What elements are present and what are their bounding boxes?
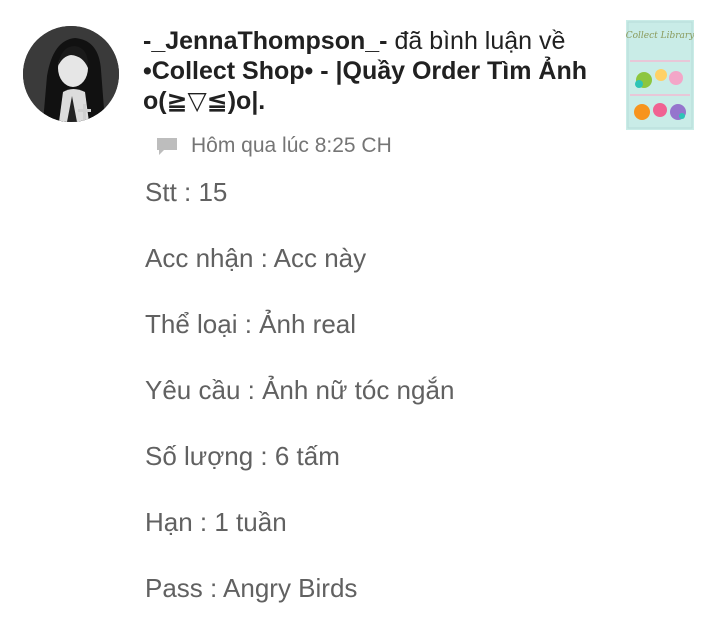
comment-body: Stt : 15 Acc nhận : Acc này Thể loại : Ả… [145,176,454,638]
thumbnail-caption: Collect Library [626,31,694,41]
post-cover-image-icon: Collect Library [626,20,694,130]
post-title-link[interactable]: •Collect Shop• - |Quầy Order Tìm Ảnh o(≧… [143,57,587,115]
comment-line-account: Acc nhận : Acc này [145,243,367,273]
comment-line-quantity: Số lượng : 6 tấm [145,441,340,471]
post-thumbnail[interactable]: Collect Library [626,20,694,130]
comment-line-pass: Pass : Angry Birds [145,573,358,603]
comment-bubble-icon [157,138,177,155]
comment-line-stt: Stt : 15 [145,177,228,207]
notification-headline: -_JennaThompson_- đã bình luận về •Colle… [143,26,613,116]
action-text: đã bình luận về [394,27,566,55]
username-link[interactable]: -_JennaThompson_- [143,27,387,55]
avatar-image-icon [23,26,119,122]
comment-line-category: Thể loại : Ảnh real [145,309,357,339]
comment-line-request: Yêu cầu : Ảnh nữ tóc ngắn [145,375,455,405]
timestamp: Hôm qua lúc 8:25 CH [191,134,392,157]
timestamp-row: Hôm qua lúc 8:25 CH [155,134,392,158]
comment-line-deadline: Hạn : 1 tuần [145,507,287,537]
user-avatar[interactable] [23,26,119,122]
